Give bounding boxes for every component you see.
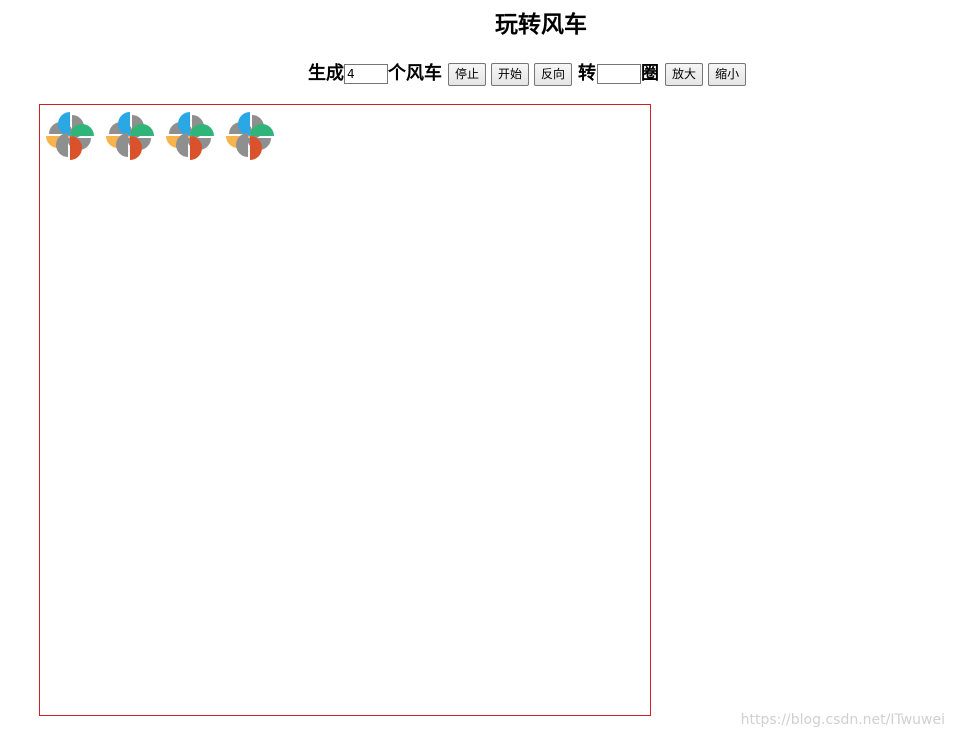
windmill-icon (166, 112, 214, 160)
windmills-label: 个风车 (388, 63, 442, 84)
stop-button[interactable]: 停止 (448, 62, 487, 86)
page-title: 玩转风车 (495, 12, 587, 38)
watermark: https://blog.csdn.net/ITwuwei (740, 712, 945, 728)
windmill-icon (106, 112, 154, 160)
windmill-count-input[interactable] (344, 64, 388, 84)
windmill-icon (226, 112, 274, 160)
zoom-in-button[interactable]: 放大 (665, 62, 704, 86)
reverse-button[interactable]: 反向 (534, 62, 573, 86)
generate-label: 生成 (308, 63, 344, 84)
control-bar: 生成 个风车 停止 开始 反向 转 圈 放大 缩小 (308, 60, 747, 88)
start-button[interactable]: 开始 (491, 62, 530, 86)
windmill-row (44, 110, 284, 162)
turns-input[interactable] (597, 64, 642, 84)
rotate-label: 转 (578, 63, 597, 84)
turns-unit-label: 圈 (641, 63, 660, 84)
windmill-icon (46, 112, 94, 160)
windmill-stage (39, 104, 651, 716)
zoom-out-button[interactable]: 缩小 (708, 62, 747, 86)
